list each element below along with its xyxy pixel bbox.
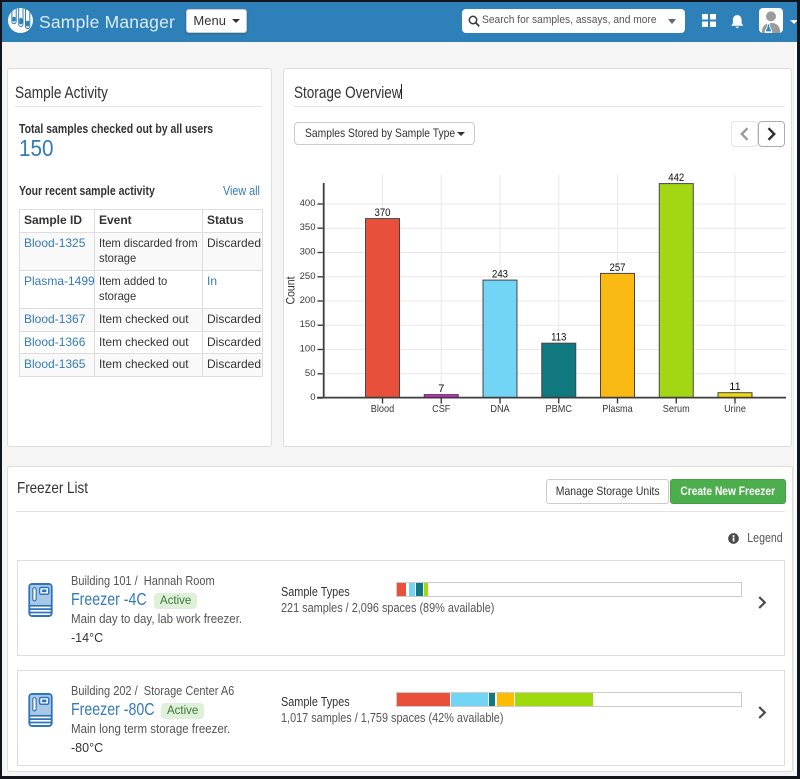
svg-text:50: 50 (305, 368, 316, 379)
svg-text:370: 370 (375, 207, 391, 219)
svg-text:Count: Count (284, 276, 298, 305)
svg-text:11: 11 (729, 381, 740, 393)
svg-text:400: 400 (300, 198, 316, 209)
svg-text:PBMC: PBMC (546, 403, 573, 415)
svg-text:442: 442 (668, 172, 684, 184)
svg-text:7: 7 (438, 383, 444, 395)
svg-text:250: 250 (300, 271, 316, 282)
svg-text:Serum: Serum (663, 403, 690, 415)
svg-text:Plasma: Plasma (602, 403, 633, 415)
svg-text:300: 300 (300, 247, 316, 258)
svg-text:100: 100 (300, 344, 316, 355)
svg-text:200: 200 (300, 295, 316, 306)
svg-text:150: 150 (300, 319, 316, 330)
svg-text:257: 257 (610, 262, 626, 274)
svg-text:350: 350 (300, 222, 316, 233)
svg-text:243: 243 (492, 269, 508, 281)
svg-text:113: 113 (551, 332, 566, 344)
svg-text:0: 0 (310, 392, 315, 403)
svg-text:DNA: DNA (490, 403, 509, 415)
svg-text:Blood: Blood (371, 403, 395, 415)
svg-text:Urine: Urine (724, 403, 746, 415)
svg-text:CSF: CSF (432, 403, 450, 415)
